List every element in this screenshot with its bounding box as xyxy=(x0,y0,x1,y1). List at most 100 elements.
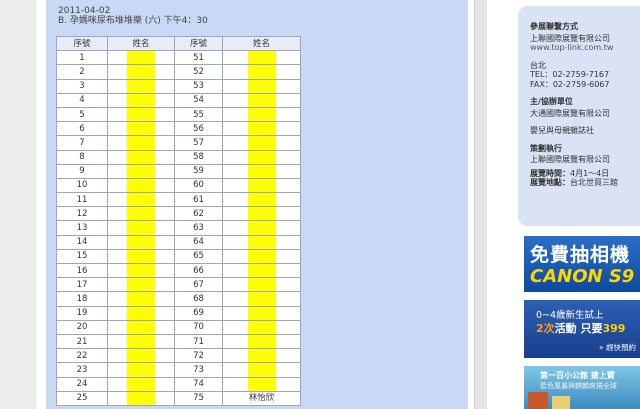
serial-number-cell: 75 xyxy=(174,390,223,406)
serial-number-cell: 8 xyxy=(56,149,108,165)
table-row: 6 56 xyxy=(56,121,301,137)
redaction-highlight xyxy=(247,136,276,150)
name-cell xyxy=(222,92,301,108)
name-cell xyxy=(222,305,301,321)
name-cell xyxy=(107,333,175,350)
redaction-highlight xyxy=(247,65,276,79)
camera-lottery-banner[interactable]: 免費抽相機 CANON S9 xyxy=(524,236,640,292)
name-cell xyxy=(107,206,175,222)
name-cell xyxy=(107,390,175,406)
redaction-highlight xyxy=(247,363,276,377)
name-cell xyxy=(222,262,301,279)
serial-number-cell: 58 xyxy=(174,149,223,165)
redaction-highlight xyxy=(247,178,276,193)
serial-number-cell: 17 xyxy=(56,277,108,293)
redaction-highlight xyxy=(247,278,276,292)
name-cell xyxy=(222,220,301,236)
banner-offer-count: 2次 xyxy=(536,322,555,335)
serial-number-cell: 13 xyxy=(56,220,108,236)
serial-number-cell: 53 xyxy=(174,78,223,94)
table-row: 19 69 xyxy=(56,305,301,321)
table-row: 15 65 xyxy=(56,248,301,265)
name-cell xyxy=(107,277,175,293)
name-cell xyxy=(222,106,301,123)
banner-offer: 2次活動 只要399 xyxy=(536,320,625,336)
serial-number-cell: 67 xyxy=(174,277,223,293)
promo-banner[interactable]: 第一百小公館 搶上寶 藍色風暴與麒麟席捲全球 xyxy=(524,366,640,409)
redaction-highlight xyxy=(127,93,155,107)
redaction-highlight xyxy=(127,278,155,292)
serial-number-cell: 25 xyxy=(56,390,108,406)
redaction-highlight xyxy=(127,107,155,122)
serial-number-cell: 70 xyxy=(174,319,223,335)
name-cell xyxy=(107,319,175,335)
banner-offer-text: 活動 只要 xyxy=(554,322,603,335)
redaction-highlight xyxy=(247,306,276,320)
trial-class-banner[interactable]: 0~4歲新生試上 2次活動 只要399 » 趕快預約 xyxy=(524,300,640,358)
banner-cta-link[interactable]: » 趕快預約 xyxy=(599,342,636,353)
name-cell xyxy=(222,163,301,179)
redaction-highlight xyxy=(127,164,155,178)
table-row: 25 75 林怡欣 xyxy=(56,390,301,406)
serial-number-cell: 12 xyxy=(56,206,108,222)
serial-number-cell: 24 xyxy=(56,376,108,392)
table-row: 9 59 xyxy=(56,163,301,179)
serial-number-cell: 71 xyxy=(174,333,223,350)
redaction-highlight xyxy=(127,391,155,405)
exhibition-time-label: 展覽時間： xyxy=(530,168,570,178)
name-cell xyxy=(107,64,175,80)
serial-number-cell: 10 xyxy=(56,177,108,194)
left-gutter xyxy=(0,0,36,409)
table-row: 18 68 xyxy=(56,291,301,307)
name-cell xyxy=(107,234,175,250)
table-row: 20 70 xyxy=(56,319,301,335)
event-subtitle: B. 孕媽咪尿布堆堆樂 (六) 下午4：30 xyxy=(58,16,208,26)
building-illustration xyxy=(528,392,548,409)
redaction-highlight xyxy=(247,377,276,391)
redaction-highlight xyxy=(247,249,276,263)
organizer-name: 嬰兒與母親雜誌社 xyxy=(530,126,594,135)
name-cell xyxy=(107,177,175,194)
name-cell xyxy=(107,149,175,165)
roster-table: 序號 姓名 序號 姓名 1 51 2 52 3 53 4 54 5 55 6 56 7 57 8 58 9 59 1… xyxy=(56,35,301,406)
serial-number-cell: 62 xyxy=(174,206,223,222)
serial-number-cell: 7 xyxy=(56,135,108,151)
redaction-highlight xyxy=(127,264,155,278)
serial-number-cell: 66 xyxy=(174,262,223,279)
name-cell xyxy=(107,163,175,179)
name-cell xyxy=(222,234,301,250)
name-cell xyxy=(107,135,175,151)
name-cell xyxy=(107,192,175,208)
serial-number-cell: 59 xyxy=(174,163,223,179)
table-row: 1 51 xyxy=(56,50,301,66)
redaction-highlight xyxy=(127,136,155,150)
banner-offer-price: 399 xyxy=(602,322,626,335)
serial-number-cell: 1 xyxy=(56,50,108,66)
name-cell xyxy=(222,78,301,94)
banner-subline: CANON S9 xyxy=(530,266,635,287)
exhibition-place-value: 台北世貿三館 xyxy=(570,178,618,187)
table-row: 24 74 xyxy=(56,376,301,392)
post-date: 2011-04-02 xyxy=(58,6,111,16)
serial-number-cell: 3 xyxy=(56,78,108,94)
serial-number-cell: 63 xyxy=(174,220,223,236)
table-row: 7 57 xyxy=(56,135,301,151)
redaction-highlight xyxy=(247,51,276,65)
serial-number-cell: 5 xyxy=(56,106,108,123)
name-cell xyxy=(107,78,175,94)
executor-heading: 策劃執行 xyxy=(530,143,562,153)
redaction-highlight xyxy=(247,193,276,207)
serial-number-cell: 18 xyxy=(56,291,108,307)
contact-website-link[interactable]: www.top-link.com.tw xyxy=(530,43,640,53)
table-row: 4 54 xyxy=(56,92,301,108)
table-row: 17 67 xyxy=(56,277,301,293)
banner-headline: 免費抽相機 xyxy=(530,244,631,266)
table-row: 10 60 xyxy=(56,177,301,194)
table-row: 8 58 xyxy=(56,149,301,165)
serial-number-cell: 6 xyxy=(56,121,108,137)
redaction-highlight xyxy=(127,349,155,363)
redaction-highlight xyxy=(247,264,276,278)
contact-fax: FAX：02-2759-6067 xyxy=(530,79,610,89)
serial-number-cell: 55 xyxy=(174,106,223,123)
name-cell xyxy=(222,376,301,392)
